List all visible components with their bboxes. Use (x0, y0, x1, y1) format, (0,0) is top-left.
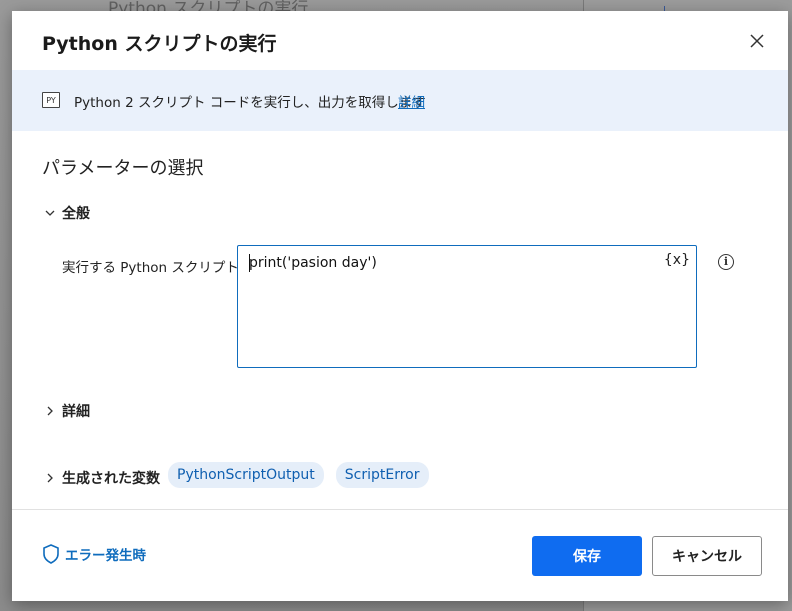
close-button[interactable] (745, 29, 769, 53)
on-error-label: エラー発生時 (65, 548, 146, 564)
variables-group-label: 生成された変数 (62, 471, 160, 487)
advanced-group-toggle[interactable]: 詳細 (42, 401, 90, 421)
script-text: print('pasion day') (249, 255, 377, 271)
save-button[interactable]: 保存 (532, 536, 642, 576)
footer-divider (12, 509, 788, 510)
variable-chip-script-error[interactable]: ScriptError (335, 462, 429, 488)
general-group-label: 全般 (62, 206, 90, 222)
chevron-right-icon (42, 403, 58, 419)
chevron-right-icon (42, 470, 58, 486)
run-python-script-dialog: Python スクリプトの実行 PY Python 2 スクリプト コードを実行… (12, 11, 788, 601)
shield-icon (43, 544, 59, 564)
insert-variable-button[interactable]: {x} (664, 252, 690, 268)
on-error-button[interactable]: エラー発生時 (42, 544, 146, 564)
details-link[interactable]: 詳細 (398, 91, 425, 111)
banner-description: Python 2 スクリプト コードを実行し、出力を取得します (74, 95, 426, 111)
cancel-button[interactable]: キャンセル (652, 536, 762, 576)
general-group-toggle[interactable]: 全般 (42, 203, 90, 223)
dialog-title: Python スクリプトの実行 (42, 33, 277, 55)
advanced-group-label: 詳細 (62, 404, 90, 420)
info-banner: PY Python 2 スクリプト コードを実行し、出力を取得します 詳細 (12, 70, 788, 131)
chevron-down-icon (42, 205, 58, 221)
script-input[interactable]: print('pasion day') {x} (237, 245, 697, 368)
script-param-label: 実行する Python スクリプト: (62, 260, 244, 276)
variables-group-toggle[interactable]: 生成された変数 (42, 468, 160, 488)
section-title: パラメーターの選択 (42, 158, 204, 179)
variable-chip-python-script-output[interactable]: PythonScriptOutput (168, 462, 324, 488)
info-icon[interactable]: i (718, 254, 734, 270)
produced-variables: PythonScriptOutput ScriptError (168, 462, 429, 488)
close-icon (750, 34, 764, 48)
python-file-icon: PY (42, 92, 60, 108)
